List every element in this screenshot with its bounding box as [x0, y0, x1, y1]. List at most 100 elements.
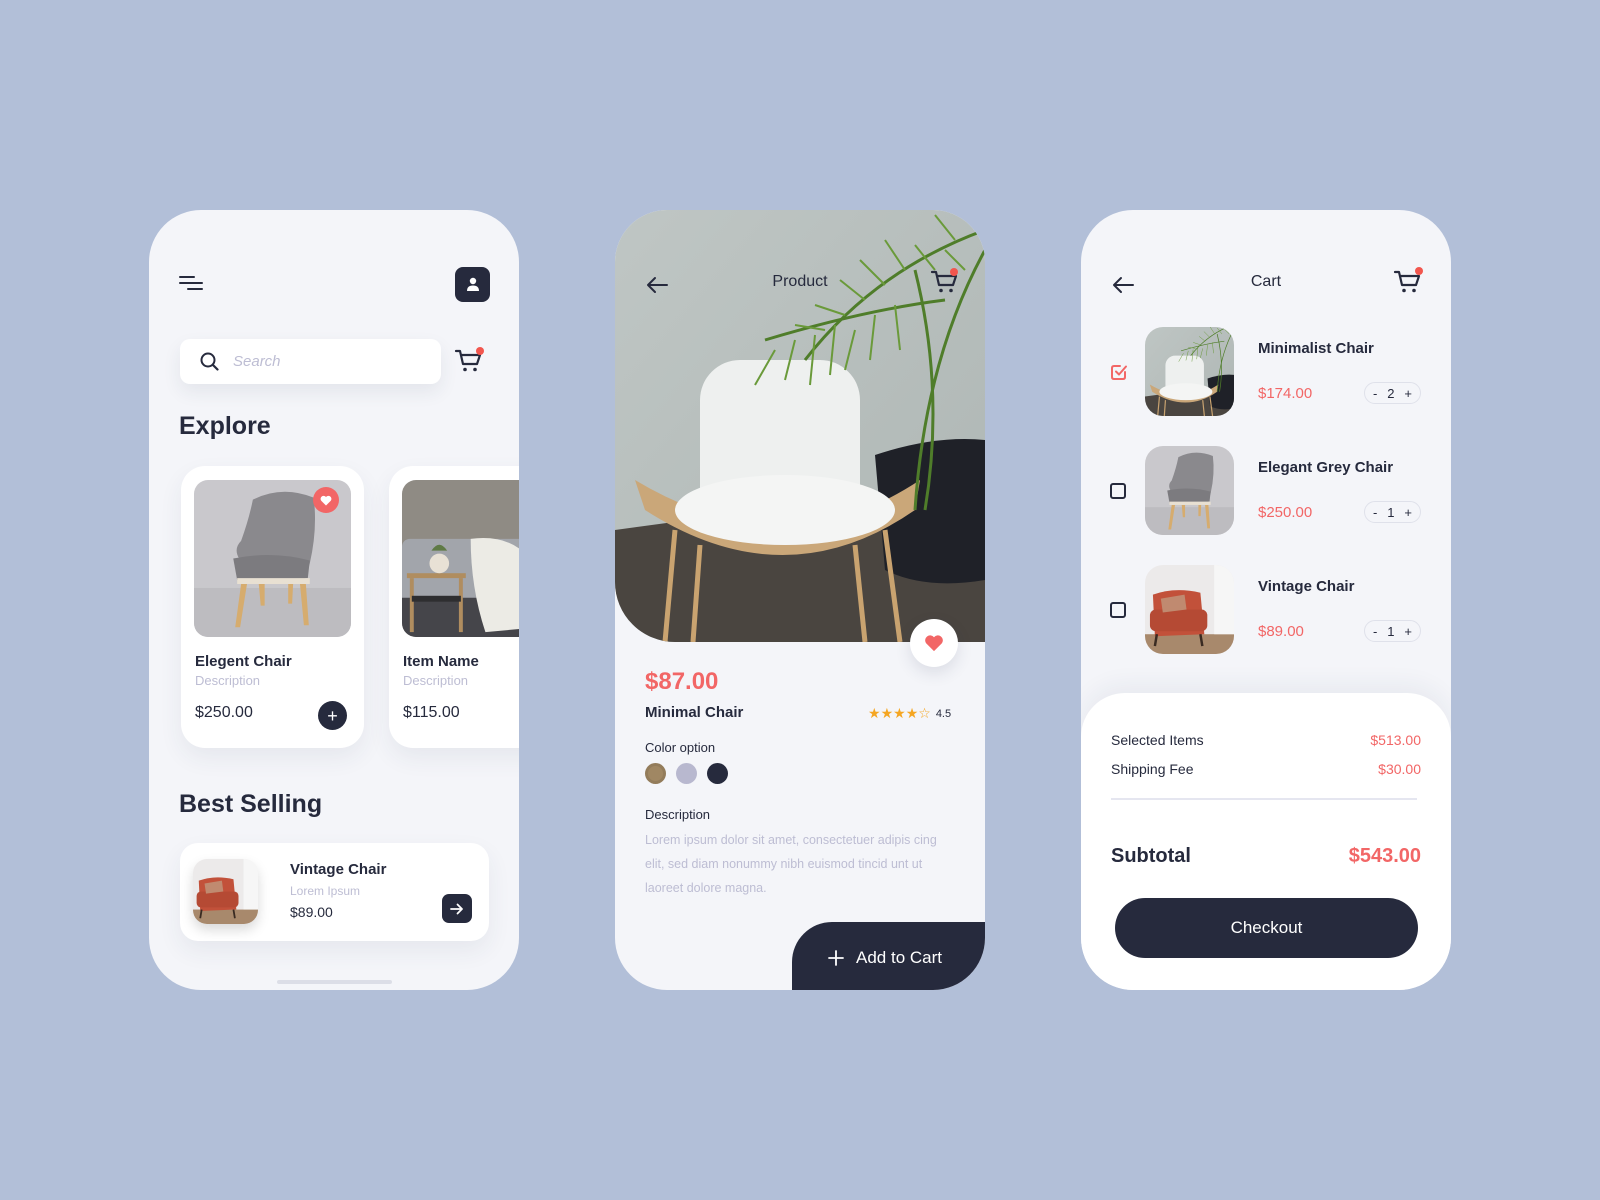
color-swatch[interactable] [707, 763, 728, 784]
shipping-fee-value: $30.00 [1378, 761, 1421, 777]
selected-items-label: Selected Items [1111, 732, 1204, 748]
quantity-stepper[interactable]: - 2 + [1364, 382, 1421, 404]
decrease-button[interactable]: - [1373, 624, 1377, 639]
item-name: Elegant Grey Chair [1258, 459, 1394, 476]
favorite-badge[interactable] [313, 487, 339, 513]
explore-title: Explore [179, 412, 271, 440]
search-input[interactable] [233, 353, 413, 370]
shipping-fee-row: Shipping Fee $30.00 [1111, 761, 1421, 777]
decrease-button[interactable]: - [1373, 505, 1377, 520]
increase-button[interactable]: + [1404, 505, 1412, 520]
quantity-value: 2 [1387, 385, 1395, 401]
search-field[interactable] [180, 339, 441, 384]
search-icon [200, 352, 219, 371]
item-image [1145, 446, 1234, 535]
quantity-value: 1 [1387, 504, 1395, 520]
color-swatch[interactable] [676, 763, 697, 784]
rating-value: 4.5 [935, 708, 952, 720]
item-checkbox[interactable] [1110, 483, 1126, 499]
product-price: $250.00 [195, 704, 253, 721]
add-to-cart-button[interactable]: + [318, 701, 347, 730]
product-card[interactable]: Elegent Chair Description $250.00 + [181, 466, 364, 748]
cart-notification-dot [950, 268, 958, 276]
subtotal-label: Subtotal [1111, 845, 1191, 867]
best-selling-title: Best Selling [179, 790, 323, 818]
menu-icon[interactable] [179, 276, 203, 294]
summary-divider [1111, 798, 1417, 800]
arrow-right-icon [450, 903, 463, 914]
product-image [402, 480, 519, 637]
explore-screen: Explore Elegent Chair Description $250.0… [149, 210, 519, 990]
best-selling-name: Vintage Chair [290, 861, 387, 878]
increase-button[interactable]: + [1404, 386, 1412, 401]
item-price: $174.00 [1258, 385, 1313, 402]
product-screen: Product $87.00 Minimal Chair ★★★★☆ 4.5 C… [615, 210, 985, 990]
product-price: $115.00 [403, 704, 460, 721]
cart-item: Minimalist Chair $174.00 - 2 + [1081, 327, 1451, 417]
quantity-value: 1 [1387, 623, 1395, 639]
color-swatch[interactable] [645, 763, 666, 784]
star-filled-icon: ★ [868, 705, 881, 721]
decrease-button[interactable]: - [1373, 386, 1377, 401]
rating-stars: ★★★★☆ [868, 705, 931, 723]
item-checkbox[interactable] [1110, 364, 1127, 380]
cart-button[interactable] [930, 267, 960, 295]
subtotal-value: $543.00 [1348, 845, 1421, 867]
star-filled-icon: ★ [880, 705, 894, 721]
product-name: Minimal Chair [645, 704, 744, 721]
item-price: $250.00 [1258, 504, 1313, 521]
cart-notification-dot [476, 347, 484, 355]
color-options [645, 763, 728, 784]
product-price: $87.00 [645, 668, 719, 695]
product-description: Description [403, 673, 469, 688]
quantity-stepper[interactable]: - 1 + [1364, 501, 1421, 523]
cart-item: Vintage Chair $89.00 - 1 + [1081, 565, 1451, 655]
item-image [1145, 327, 1234, 416]
heart-icon [320, 495, 332, 505]
color-option-label: Color option [645, 740, 716, 755]
user-icon [466, 277, 479, 291]
product-description: Description [195, 673, 261, 688]
best-selling-price: $89.00 [290, 904, 333, 920]
quantity-stepper[interactable]: - 1 + [1364, 620, 1421, 642]
cart-screen: Cart Minimalist Chair $174.00 - 2 + Eleg… [1081, 210, 1451, 990]
product-card[interactable]: Item Name Description $115.00 [389, 466, 519, 748]
best-selling-image [193, 859, 258, 924]
subtotal-row: Subtotal $543.00 [1111, 845, 1421, 868]
item-price: $89.00 [1258, 623, 1304, 640]
add-to-cart-label: Add to Cart [856, 948, 942, 967]
view-item-button[interactable] [442, 894, 472, 923]
add-to-cart-button[interactable]: Add to Cart [792, 922, 985, 990]
selected-items-value: $513.00 [1370, 732, 1421, 748]
plus-icon: + [327, 705, 338, 726]
shipping-fee-label: Shipping Fee [1111, 761, 1194, 777]
star-empty-icon: ☆ [918, 705, 931, 721]
home-indicator [277, 980, 392, 984]
checkbox-checked-icon [1111, 365, 1127, 380]
order-summary: Selected Items $513.00 Shipping Fee $30.… [1081, 693, 1451, 990]
cart-item: Elegant Grey Chair $250.00 - 1 + [1081, 446, 1451, 536]
heart-icon [925, 635, 943, 652]
best-selling-description: Lorem Ipsum [290, 884, 361, 898]
description-label: Description [645, 807, 711, 822]
cart-button[interactable] [454, 346, 484, 374]
product-description: Lorem ipsum dolor sit amet, consectetuer… [645, 833, 937, 895]
selected-items-row: Selected Items $513.00 [1111, 732, 1421, 748]
item-name: Vintage Chair [1258, 578, 1355, 595]
item-checkbox[interactable] [1110, 602, 1126, 618]
product-rating: ★★★★☆ 4.5 [868, 705, 951, 723]
product-name: Elegent Chair [195, 653, 292, 670]
profile-button[interactable] [455, 267, 490, 302]
star-filled-icon: ★ [905, 705, 919, 721]
star-filled-icon: ★ [893, 705, 906, 721]
cart-button[interactable] [1393, 267, 1423, 295]
increase-button[interactable]: + [1404, 624, 1412, 639]
cart-notification-dot [1415, 267, 1423, 275]
best-selling-item[interactable]: Vintage Chair Lorem Ipsum $89.00 [180, 843, 489, 941]
favorite-button[interactable] [910, 619, 958, 667]
plus-icon [828, 950, 844, 966]
product-name: Item Name [403, 653, 479, 670]
checkout-button[interactable]: Checkout [1115, 898, 1418, 958]
item-image [1145, 565, 1234, 654]
item-name: Minimalist Chair [1258, 340, 1374, 357]
